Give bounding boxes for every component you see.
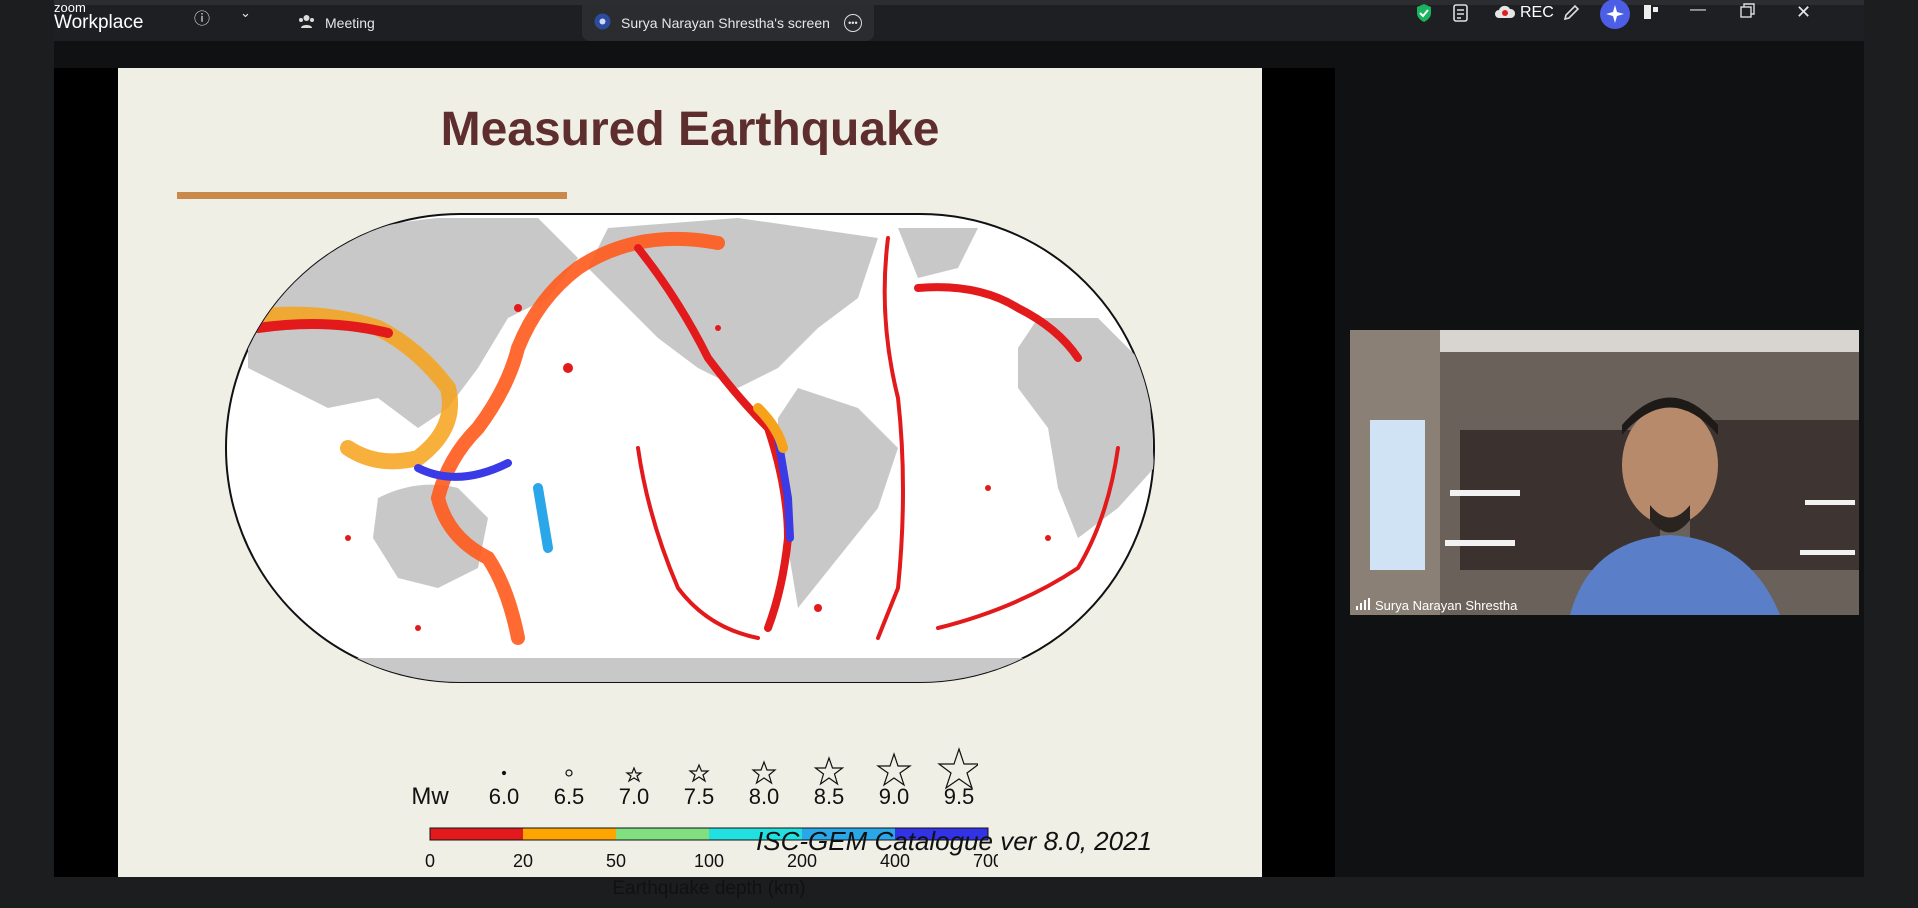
event-marker [345, 535, 351, 541]
mag-9.0-symbol [876, 752, 912, 787]
mag-label: 9.0 [879, 784, 910, 809]
data-source-credit: ISC-GEM Catalogue ver 8.0, 2021 [756, 826, 1152, 856]
close-icon[interactable]: ✕ [1796, 2, 1811, 23]
mag-7.0-symbol [625, 766, 643, 783]
tab-meeting-label: Meeting [325, 15, 375, 31]
event-marker [563, 363, 573, 373]
event-marker [514, 304, 522, 312]
legend: Mw 6.0 6.5 7.0 7.5 8.0 8.5 9.0 9.5 [411, 747, 978, 810]
legend-mw-label: Mw [411, 783, 449, 810]
participant-video-tile[interactable]: Surya Narayan Shrestha [1350, 330, 1859, 615]
participant-name: Surya Narayan Shrestha [1375, 598, 1518, 613]
mag-label: 9.5 [944, 784, 975, 809]
depth-tick: 0 [425, 851, 435, 871]
event-marker [985, 485, 991, 491]
transcript-icon[interactable] [1452, 3, 1472, 28]
ai-companion-icon[interactable] [1600, 0, 1630, 34]
more-options-icon[interactable]: ••• [843, 14, 862, 32]
mag-label: 8.0 [749, 784, 780, 809]
mag-8.0-symbol [751, 760, 777, 785]
mag-label: 6.0 [489, 784, 520, 809]
tab-screen-share[interactable]: Surya Narayan Shrestha's screen ••• [582, 5, 874, 41]
title-bar: zoom Workplace ⓘ ⌄ Meeting Surya Narayan… [54, 0, 1864, 41]
magnitude-labels: 6.0 6.5 7.0 7.5 8.0 8.5 9.0 9.5 [489, 784, 975, 809]
event-marker [1045, 535, 1051, 541]
security-shield-icon[interactable] [1415, 3, 1433, 28]
brand-large: Workplace [54, 12, 144, 33]
mag-6.5-symbol [565, 769, 573, 777]
depth-segment [616, 828, 709, 840]
restore-icon[interactable] [1740, 3, 1755, 23]
depth-axis-label: Earthquake depth (km) [612, 878, 805, 899]
participant-video-feed [1350, 330, 1859, 615]
chevron-down-icon[interactable]: ⌄ [240, 5, 251, 21]
cloud-record-icon[interactable] [1494, 5, 1516, 24]
depth-segment [523, 828, 616, 840]
mag-8.5-symbol [813, 756, 845, 786]
screen-share-icon [594, 13, 611, 33]
mag-label: 8.5 [814, 784, 845, 809]
mag-label: 7.5 [684, 784, 715, 809]
mag-7.5-symbol [688, 763, 710, 783]
minimize-icon[interactable]: — [1690, 1, 1706, 19]
meeting-icon [298, 14, 315, 32]
depth-tick: 20 [513, 851, 533, 871]
event-marker [715, 325, 721, 331]
mag-9.5-symbol [937, 747, 978, 790]
depth-tick: 100 [694, 851, 724, 871]
shared-screen-area: Measured Earthquake Mw 6.0 6.5 7.0 7.5 8… [54, 68, 1335, 899]
event-marker [814, 604, 822, 612]
participant-name-tag: Surya Narayan Shrestha [1356, 598, 1517, 613]
event-marker [415, 625, 421, 631]
info-icon[interactable]: ⓘ [194, 5, 210, 29]
recording-label: REC [1520, 4, 1554, 21]
tab-meeting[interactable]: Meeting [298, 5, 375, 41]
app-brand: zoom Workplace [54, 1, 143, 32]
mag-6.0-symbol [501, 770, 507, 776]
magnitude-symbols [501, 747, 978, 790]
apps-panel-icon[interactable] [1642, 3, 1660, 26]
depth-tick: 50 [606, 851, 626, 871]
mag-label: 6.5 [554, 784, 585, 809]
tab-screen-share-label: Surya Narayan Shrestha's screen [621, 15, 830, 31]
depth-segment [430, 828, 523, 840]
presentation-slide: Measured Earthquake Mw 6.0 6.5 7.0 7.5 8… [118, 68, 1262, 899]
mag-label: 7.0 [619, 784, 650, 809]
signal-strength-icon [1356, 598, 1370, 613]
annotate-pencil-icon[interactable] [1562, 4, 1580, 27]
